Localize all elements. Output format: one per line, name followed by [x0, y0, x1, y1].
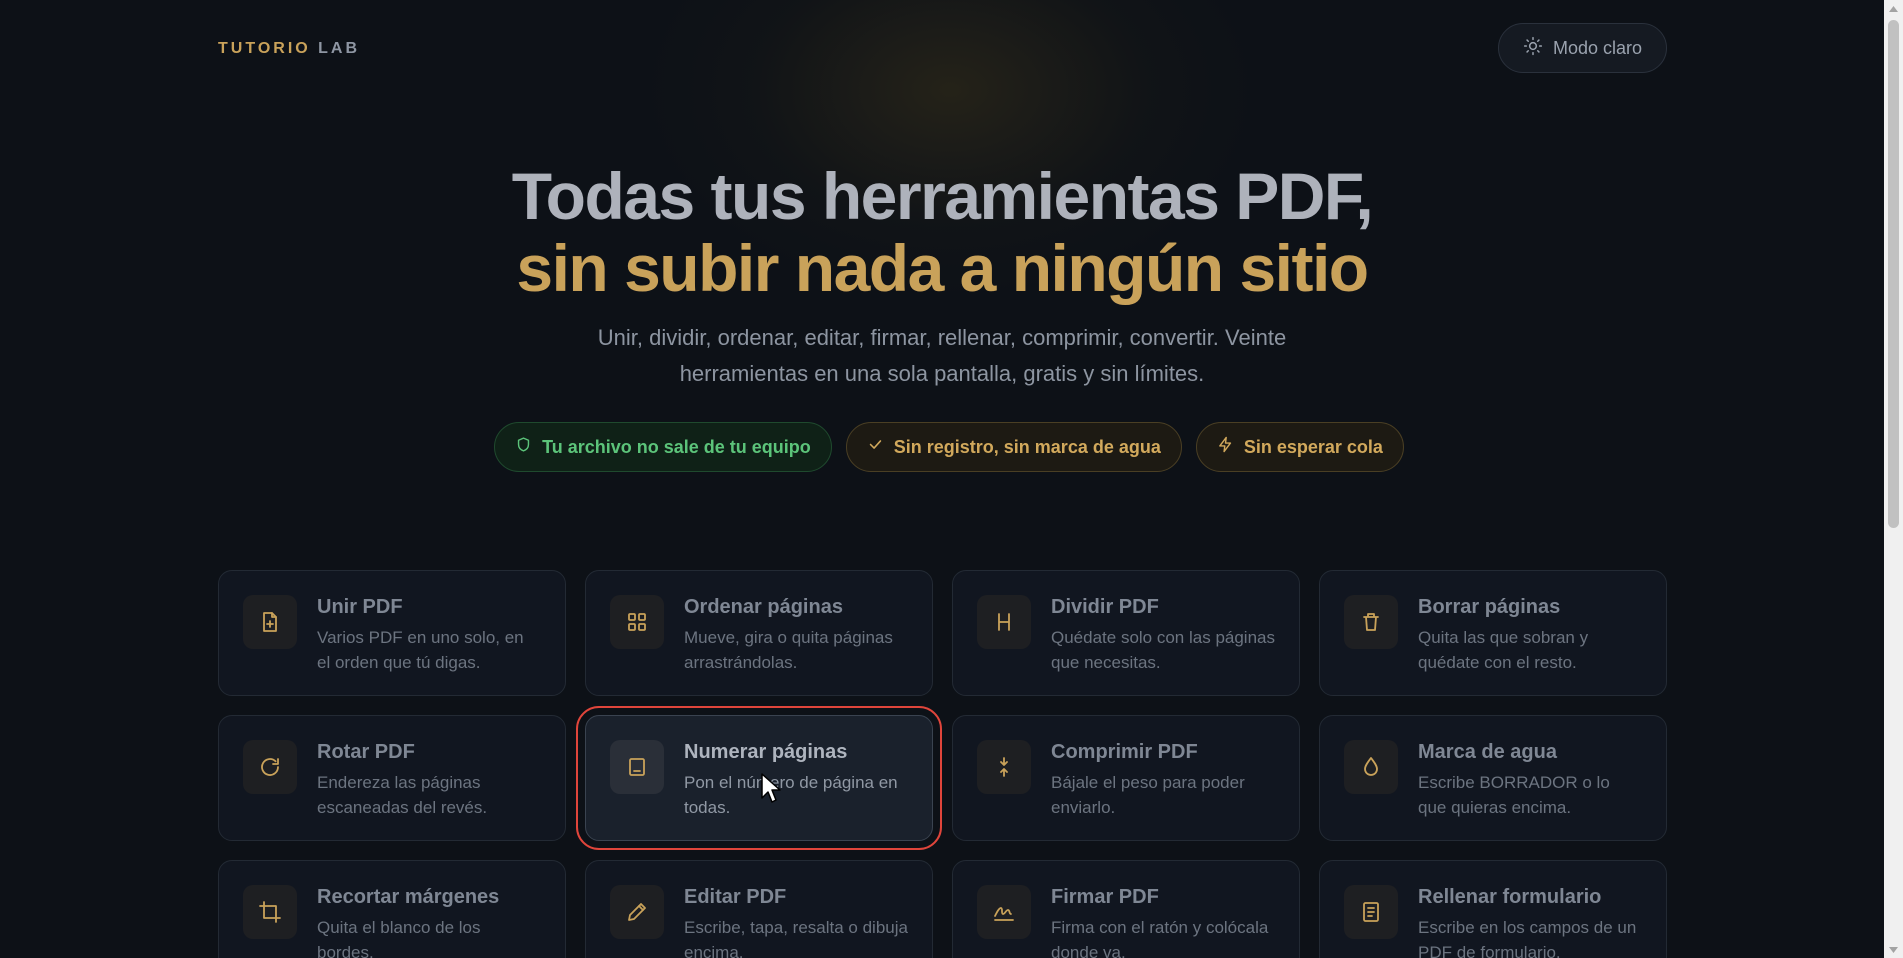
tool-description: Escribe BORRADOR o lo que quieras encima…: [1418, 773, 1610, 817]
tool-card-editar-pdf[interactable]: Editar PDF Escribe, tapa, resalta o dibu…: [585, 860, 933, 958]
tools-grid: Unir PDF Varios PDF en uno solo, en el o…: [218, 570, 1667, 958]
tool-description: Mueve, gira o quita páginas arrastrándol…: [684, 628, 893, 672]
file-plus-icon: [243, 595, 297, 649]
grid-icon: [610, 595, 664, 649]
tool-card-unir-pdf[interactable]: Unir PDF Varios PDF en uno solo, en el o…: [218, 570, 566, 696]
hero-subtitle: Unir, dividir, ordenar, editar, firmar, …: [597, 325, 1287, 386]
brand-logo[interactable]: TUTORIO LAB: [218, 40, 360, 58]
page: TUTORIO LAB Modo claro Todas tus herrami…: [0, 0, 1884, 958]
tool-description: Escribe en los campos de un PDF de formu…: [1418, 918, 1637, 958]
tool-card-borrar-paginas[interactable]: Borrar páginas Quita las que sobran y qu…: [1319, 570, 1667, 696]
chip-no-queue-label: Sin esperar cola: [1243, 436, 1383, 457]
chip-privacy-label: Tu archivo no sale de tu equipo: [542, 436, 811, 457]
tool-title: Rotar PDF: [317, 741, 415, 763]
tool-title: Comprimir PDF: [1051, 741, 1198, 763]
page-number-icon: [610, 740, 664, 794]
rotate-icon: [243, 740, 297, 794]
tool-description: Quédate solo con las páginas que necesit…: [1051, 628, 1275, 672]
tool-title: Numerar páginas: [684, 741, 848, 763]
shield-icon: [515, 436, 532, 458]
hero-title: Todas tus herramientas PDF, sin subir na…: [0, 160, 1884, 304]
tool-card-rellenar-formulario[interactable]: Rellenar formulario Escribe en los campo…: [1319, 860, 1667, 958]
tool-title: Ordenar páginas: [684, 596, 843, 618]
tool-description: Pon el número de página en todas.: [684, 773, 898, 817]
tool-title: Dividir PDF: [1051, 596, 1159, 618]
tool-title: Recortar márgenes: [317, 886, 500, 908]
crop-icon: [243, 885, 297, 939]
tool-card-rotar-pdf[interactable]: Rotar PDF Endereza las páginas escaneada…: [218, 715, 566, 841]
tool-description: Quita las que sobran y quédate con el re…: [1418, 628, 1589, 672]
brand-lab: LAB: [318, 40, 361, 57]
chip-privacy: Tu archivo no sale de tu equipo: [494, 422, 832, 472]
signature-icon: [977, 885, 1031, 939]
tool-description: Firma con el ratón y colócala donde va.: [1051, 918, 1269, 958]
theme-toggle-button[interactable]: Modo claro: [1498, 23, 1667, 73]
tool-card-recortar-margenes[interactable]: Recortar márgenes Quita el blanco de los…: [218, 860, 566, 958]
tool-description: Bájale el peso para poder enviarlo.: [1051, 773, 1245, 817]
scrollbar-thumb[interactable]: [1888, 20, 1899, 528]
tool-title: Editar PDF: [684, 886, 787, 908]
tool-card-ordenar-paginas[interactable]: Ordenar páginas Mueve, gira o quita pági…: [585, 570, 933, 696]
tool-description: Quita el blanco de los bordes.: [317, 918, 481, 958]
feature-chips: Tu archivo no sale de tu equipo Sin regi…: [0, 422, 1884, 472]
droplet-icon: [1344, 740, 1398, 794]
tool-card-comprimir-pdf[interactable]: Comprimir PDF Bájale el peso para poder …: [952, 715, 1300, 841]
hero-title-line1: Todas tus herramientas PDF,: [511, 159, 1374, 233]
pencil-icon: [610, 885, 664, 939]
scroll-down-arrow-icon[interactable]: [1884, 941, 1903, 958]
vertical-scrollbar[interactable]: [1884, 0, 1903, 958]
sun-icon: [1523, 36, 1543, 61]
tool-title: Rellenar formulario: [1418, 886, 1602, 908]
tool-description: Varios PDF en uno solo, en el orden que …: [317, 628, 524, 672]
chip-no-queue: Sin esperar cola: [1195, 422, 1404, 472]
tool-card-firmar-pdf[interactable]: Firmar PDF Firma con el ratón y colócala…: [952, 860, 1300, 958]
tool-title: Firmar PDF: [1051, 886, 1159, 908]
tool-title: Marca de agua: [1418, 741, 1557, 763]
compress-icon: [977, 740, 1031, 794]
tool-title: Unir PDF: [317, 596, 403, 618]
chip-no-signup-label: Sin registro, sin marca de agua: [893, 436, 1161, 457]
chip-no-signup: Sin registro, sin marca de agua: [845, 422, 1182, 472]
tool-title: Borrar páginas: [1418, 596, 1561, 618]
tool-card-numerar-paginas[interactable]: Numerar páginas Pon el número de página …: [576, 706, 942, 850]
hero-title-line2: sin subir nada a ningún sitio: [516, 231, 1369, 305]
bolt-icon: [1217, 436, 1234, 458]
tool-card-marca-de-agua[interactable]: Marca de agua Escribe BORRADOR o lo que …: [1319, 715, 1667, 841]
theme-toggle-label: Modo claro: [1552, 37, 1643, 58]
tool-card-dividir-pdf[interactable]: Dividir PDF Quédate solo con las páginas…: [952, 570, 1300, 696]
tool-description: Escribe, tapa, resalta o dibuja encima.: [684, 918, 908, 958]
check-icon: [867, 436, 884, 458]
trash-icon: [1344, 595, 1398, 649]
brand-main: TUTORIO: [218, 40, 311, 57]
scroll-up-arrow-icon[interactable]: [1884, 0, 1903, 17]
tool-description: Endereza las páginas escaneadas del revé…: [317, 773, 488, 817]
split-icon: [977, 595, 1031, 649]
mouse-cursor-icon: [761, 773, 781, 803]
form-icon: [1344, 885, 1398, 939]
